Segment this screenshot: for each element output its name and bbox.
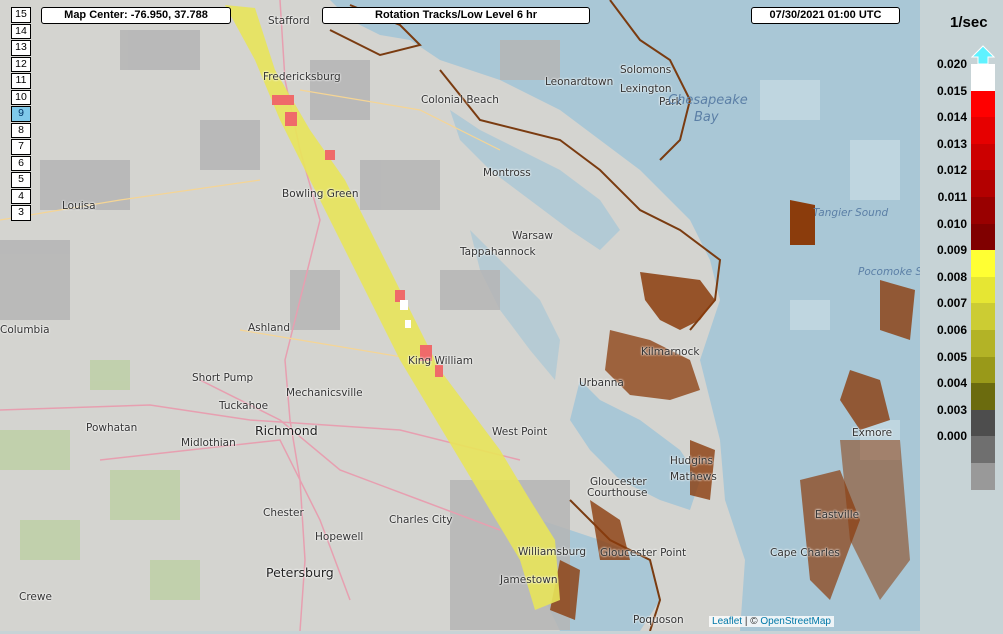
legend-tick-label: 0.014 xyxy=(936,110,967,125)
legend-swatch xyxy=(971,356,995,384)
place-label: Midlothian xyxy=(181,437,236,449)
legend-swatch xyxy=(971,64,995,92)
zoom-level-15[interactable]: 15 xyxy=(11,7,31,23)
place-label: Hudgins xyxy=(670,455,713,467)
attribution-separator: | © xyxy=(742,616,761,627)
legend-swatch xyxy=(971,170,995,198)
legend-tick-label: 0.000 xyxy=(936,429,967,444)
legend-swatch xyxy=(971,223,995,251)
legend-swatch xyxy=(971,197,995,225)
place-label: Ashland xyxy=(248,322,290,334)
legend-swatch xyxy=(971,383,995,411)
place-label: Stafford xyxy=(268,15,310,27)
place-label: Gloucester Point xyxy=(600,547,687,559)
place-label: Jamestown xyxy=(500,574,558,586)
legend-tick-label: 0.008 xyxy=(936,269,967,284)
place-label: Williamsburg xyxy=(518,546,587,558)
map-center-readout: Map Center: -76.950, 37.788 xyxy=(41,7,231,24)
color-legend: 1/sec 0.020 0.015 0.014 0.013 0.012 0.011 0.01… xyxy=(920,0,1003,634)
place-label: Mathews xyxy=(670,471,717,483)
legend-tick-label: 0.020 xyxy=(936,57,967,71)
timestamp: 07/30/2021 01:00 UTC xyxy=(751,7,900,24)
zoom-level-7[interactable]: 7 xyxy=(11,139,31,155)
map-attribution: Leaflet | © OpenStreetMap xyxy=(709,616,834,627)
place-label: Tuckahoe xyxy=(219,400,269,412)
legend-tick-label: 0.015 xyxy=(936,83,967,98)
legend-tick-label: 0.006 xyxy=(936,323,967,337)
zoom-level-6[interactable]: 6 xyxy=(11,155,31,171)
legend-swatch xyxy=(971,463,995,491)
legend-swatch xyxy=(971,303,995,331)
place-label: Bowling Green xyxy=(282,188,359,200)
place-label: Pocomoke Sound xyxy=(858,266,920,278)
place-label: Tangier Sound xyxy=(813,207,889,219)
zoom-level-13[interactable]: 13 xyxy=(11,40,31,56)
place-label: Poquoson xyxy=(633,614,684,626)
place-label: Chesapeake xyxy=(668,93,748,108)
place-label: Eastville xyxy=(815,509,860,521)
legend-swatch xyxy=(971,276,995,304)
legend-swatch xyxy=(971,90,995,118)
legend-swatch xyxy=(971,330,995,358)
legend-arrow-icon xyxy=(971,45,995,65)
layer-title: Rotation Tracks/Low Level 6 hr xyxy=(322,7,590,24)
place-label: Bay xyxy=(694,110,719,125)
place-label: Urbanna xyxy=(579,377,624,389)
zoom-level-3[interactable]: 3 xyxy=(11,205,31,221)
place-label: Courthouse xyxy=(587,487,648,499)
place-label: Chester xyxy=(263,507,304,519)
legend-swatch xyxy=(971,250,995,278)
legend-tick-label: 0.012 xyxy=(936,163,967,178)
place-label: Lexington xyxy=(620,83,672,95)
legend-tick-label: 0.011 xyxy=(937,190,967,204)
legend-swatch xyxy=(971,143,995,171)
zoom-level-4[interactable]: 4 xyxy=(11,188,31,204)
place-label: Colonial Beach xyxy=(421,94,499,106)
openstreetmap-link[interactable]: OpenStreetMap xyxy=(760,616,831,627)
leaflet-link[interactable]: Leaflet xyxy=(712,616,742,627)
legend-unit: 1/sec xyxy=(950,14,988,31)
place-label: Mechanicsville xyxy=(286,387,363,399)
radar-map[interactable]: Stafford Fredericksburg Colonial Beach L… xyxy=(0,0,920,631)
legend-swatch xyxy=(971,436,995,464)
zoom-level-11[interactable]: 11 xyxy=(11,73,31,89)
zoom-level-8[interactable]: 8 xyxy=(11,122,31,138)
zoom-level-5[interactable]: 5 xyxy=(11,172,31,188)
place-label: Hopewell xyxy=(315,531,364,543)
place-label: Richmond xyxy=(255,423,318,438)
place-label: Short Pump xyxy=(192,372,254,384)
place-label: Montross xyxy=(483,167,531,179)
place-label: Louisa xyxy=(62,200,96,212)
zoom-level-12[interactable]: 12 xyxy=(11,56,31,72)
legend-tick-label: 0.005 xyxy=(936,349,967,364)
zoom-level-14[interactable]: 14 xyxy=(11,23,31,39)
place-label: Leonardtown xyxy=(545,76,614,88)
place-label: Fredericksburg xyxy=(263,71,341,83)
legend-tick-label: 0.007 xyxy=(936,296,967,311)
legend-swatch xyxy=(971,117,995,145)
place-label: Kilmarnock xyxy=(641,346,700,358)
zoom-level-selector: 15 14 13 12 11 10 9 8 7 6 5 4 3 xyxy=(11,7,31,222)
place-label: King William xyxy=(408,355,473,367)
place-label: Crewe xyxy=(19,591,52,603)
legend-tick-label: 0.010 xyxy=(936,216,967,231)
legend-tick-label: 0.013 xyxy=(936,136,967,151)
legend-tick-label: 0.004 xyxy=(936,376,967,391)
place-label: Columbia xyxy=(0,324,50,336)
place-label: Petersburg xyxy=(266,565,334,580)
place-label: Powhatan xyxy=(86,422,138,434)
place-label: Charles City xyxy=(389,514,453,526)
zoom-level-10[interactable]: 10 xyxy=(11,89,31,105)
place-label: Tappahannock xyxy=(460,246,536,258)
place-label: Warsaw xyxy=(512,230,553,242)
legend-tick-label: 0.003 xyxy=(936,402,967,417)
zoom-level-9[interactable]: 9 xyxy=(11,106,31,122)
legend-swatch xyxy=(971,409,995,437)
place-label: West Point xyxy=(492,426,548,438)
place-label: Solomons xyxy=(620,64,672,76)
place-label: Exmore xyxy=(852,427,893,439)
place-label: Cape Charles xyxy=(770,547,840,559)
legend-tick-label: 0.009 xyxy=(936,243,967,258)
